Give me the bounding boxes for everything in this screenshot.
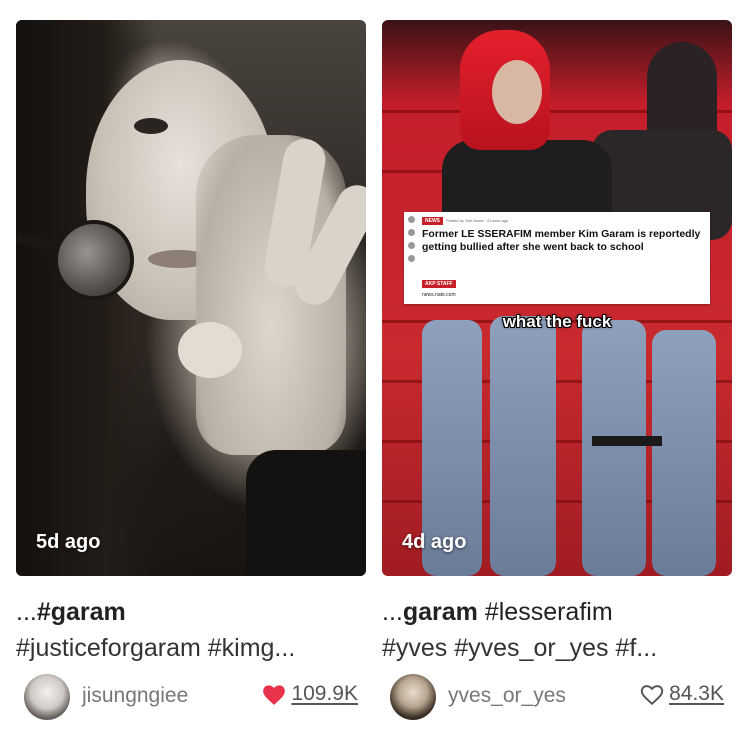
news-headline: Former LE SSERAFIM member Kim Garam is r… xyxy=(422,228,701,253)
like-button[interactable]: 109.9K xyxy=(261,682,358,706)
video-caption[interactable]: ...garam #lesserafim #yves #yves_or_yes … xyxy=(382,594,732,666)
caption-line-1: ...garam #lesserafim xyxy=(382,594,732,630)
video-caption[interactable]: ...#garam #justiceforgaram #kimg... xyxy=(16,594,366,666)
card-meta-row: yves_or_yes 84.3K xyxy=(382,670,732,720)
thumbnail-art xyxy=(592,436,662,446)
video-thumbnail[interactable]: 5d ago xyxy=(16,20,366,576)
caption-ellipsis: ... xyxy=(382,598,403,626)
share-dot-icon xyxy=(408,255,415,262)
card-meta-row: jisungngiee 109.9K xyxy=(16,670,366,720)
video-overlay-text: what the fuck xyxy=(502,312,612,331)
thumbnail-art xyxy=(652,330,716,576)
avatar[interactable] xyxy=(24,674,70,720)
caption-line-1: ...#garam xyxy=(16,594,366,630)
caption-line-2[interactable]: #yves #yves_or_yes #f... xyxy=(382,630,732,666)
thumbnail-art xyxy=(178,322,242,378)
news-meta: Posted by Yuki Ames · 4 hours ago xyxy=(446,218,509,223)
thumbnail-art xyxy=(582,320,646,576)
time-ago-label: 5d ago xyxy=(36,531,101,553)
username[interactable]: jisungngiee xyxy=(82,684,188,708)
thumbnail-art xyxy=(490,316,556,576)
share-icons-column xyxy=(404,212,418,304)
news-screenshot-overlay: NEWS Posted by Yuki Ames · 4 hours ago F… xyxy=(404,212,710,304)
caption-hashtag-highlight[interactable]: garam xyxy=(403,598,478,626)
news-badge: NEWS xyxy=(422,217,443,225)
thumbnail-art xyxy=(246,450,366,576)
caption-rest[interactable]: #lesserafim xyxy=(478,598,613,626)
time-ago-label: 4d ago xyxy=(402,531,467,553)
share-dot-icon xyxy=(408,242,415,249)
caption-hashtag-highlight[interactable]: #garam xyxy=(37,598,126,626)
video-card[interactable]: NEWS Posted by Yuki Ames · 4 hours ago F… xyxy=(382,20,732,720)
heart-outline-icon xyxy=(640,685,664,706)
heart-filled-icon xyxy=(263,685,286,705)
news-staff-tag: AKP STAFF xyxy=(422,280,456,288)
share-dot-icon xyxy=(408,216,415,223)
video-card[interactable]: 5d ago ...#garam #justiceforgaram #kimg.… xyxy=(16,20,366,720)
news-site: news.nate.com xyxy=(422,292,456,298)
video-thumbnail[interactable]: NEWS Posted by Yuki Ames · 4 hours ago F… xyxy=(382,20,732,576)
caption-line-2[interactable]: #justiceforgaram #kimg... xyxy=(16,630,366,666)
thumbnail-art xyxy=(492,60,542,124)
share-dot-icon xyxy=(408,229,415,236)
like-count: 109.9K xyxy=(291,682,358,705)
like-count: 84.3K xyxy=(669,682,724,705)
thumbnail-art xyxy=(134,118,168,134)
username[interactable]: yves_or_yes xyxy=(448,684,566,708)
like-button[interactable]: 84.3K xyxy=(639,682,724,706)
thumbnail-art xyxy=(54,220,134,300)
caption-ellipsis: ... xyxy=(16,598,37,626)
avatar[interactable] xyxy=(390,674,436,720)
